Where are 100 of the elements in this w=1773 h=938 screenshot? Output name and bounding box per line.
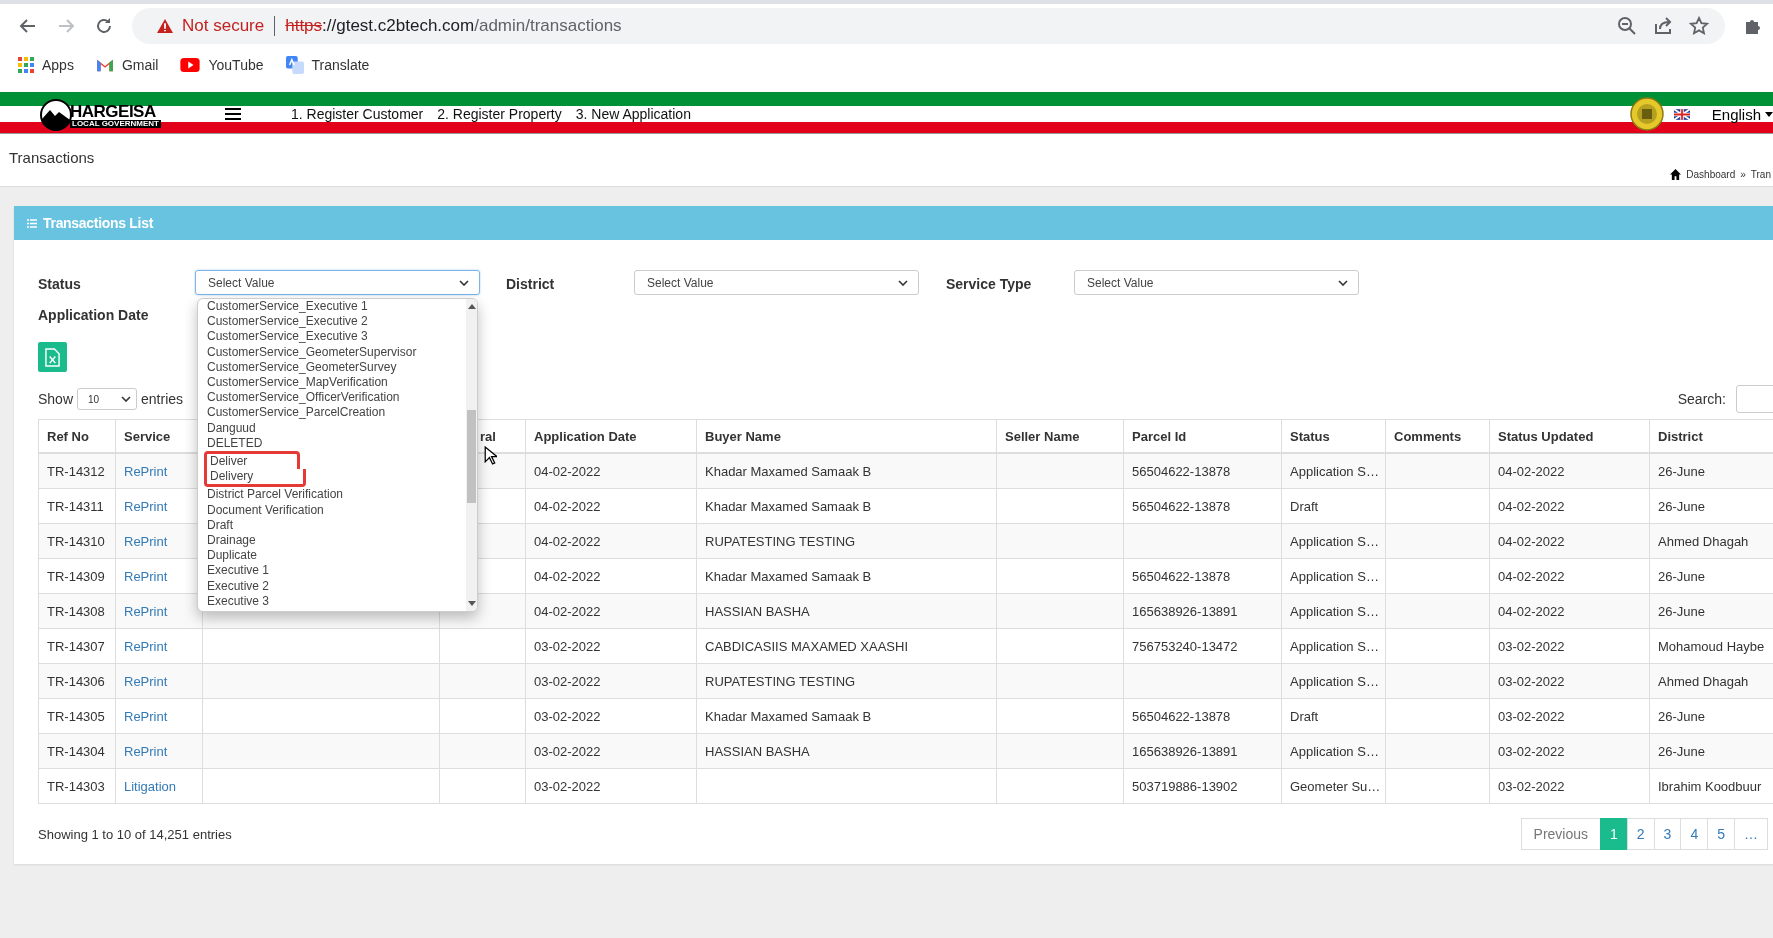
table-cell: 56504622-13878	[1123, 453, 1282, 489]
translate-icon	[285, 56, 304, 74]
table-cell: Ahmed Dhagah	[1649, 523, 1773, 559]
table-cell: TR-14311	[38, 488, 116, 524]
table-cell: 03-02-2022	[1489, 733, 1650, 769]
table-cell: 04-02-2022	[1489, 593, 1650, 629]
table-cell: Khadar Maxamed Samaak B	[696, 488, 997, 524]
dropdown-option[interactable]: CustomerService_GeometerSurvey	[204, 359, 447, 375]
bookmark-item[interactable]: Apps	[18, 57, 74, 73]
search-field[interactable]	[1736, 385, 1773, 413]
search-label: Search:	[1677, 391, 1726, 407]
dropdown-option[interactable]: CustomerService_Executive 1	[204, 299, 418, 315]
table-cell: HASSIAN BASHA	[696, 733, 997, 769]
table-cell: 03-02-2022	[1489, 698, 1650, 734]
page-button[interactable]: 3	[1653, 818, 1682, 850]
dropdown-option[interactable]: District Parcel Verification	[204, 487, 394, 503]
dropdown-option[interactable]: CustomerService_MapVerification	[204, 375, 438, 391]
table-cell: 03-02-2022	[525, 698, 697, 734]
nav-link[interactable]: 1. Register Customer	[290, 106, 424, 122]
page-button[interactable]: 4	[1680, 818, 1709, 850]
page-size-select[interactable]: 10	[77, 388, 138, 410]
table-cell: TR-14307	[38, 628, 116, 664]
page-button[interactable]: 5	[1707, 818, 1735, 850]
table-cell: Application S…	[1281, 523, 1386, 559]
bookmark-item[interactable]: YouTube	[180, 57, 264, 73]
breadcrumb-text: »	[1740, 169, 1746, 180]
chevron-icon	[459, 279, 469, 286]
nav-link[interactable]: 3. New Application	[575, 106, 691, 122]
filter-label: Application Date	[38, 307, 149, 323]
url-text: https://gtest.c2btech.com/admin/transactions	[285, 16, 622, 36]
menu-icon[interactable]	[224, 108, 241, 120]
dropdown-option[interactable]: Executive 2	[204, 578, 320, 594]
card-title: Transactions List	[43, 215, 154, 231]
scroll-down-icon[interactable]	[467, 601, 476, 607]
select-field[interactable]: Select Value	[1074, 270, 1359, 295]
table-cell: 756753240-13472	[1123, 628, 1282, 664]
table-cell: TR-14312	[38, 453, 116, 489]
show-label: Show	[38, 391, 74, 407]
dropdown-option[interactable]: Draft	[204, 517, 283, 534]
table-cell: 04-02-2022	[525, 593, 697, 629]
scrollbar[interactable]	[466, 299, 477, 612]
dropdown-option[interactable]: Executive 1	[204, 563, 320, 579]
table-cell: 26-June	[1649, 593, 1773, 629]
select-field[interactable]: Select Value	[634, 270, 919, 295]
dropdown-option[interactable]: CustomerService_Executive 3	[204, 329, 418, 345]
share-icon[interactable]	[1653, 16, 1673, 36]
dropdown-option[interactable]: Delivery	[204, 469, 307, 488]
table-cell: Khadar Maxamed Samaak B	[696, 698, 997, 734]
dropdown-option[interactable]: Document Verification	[204, 502, 374, 518]
table-cell: TR-14308	[38, 593, 116, 629]
scroll-up-icon[interactable]	[467, 304, 476, 309]
table-cell: HASSIAN BASHA	[696, 593, 997, 629]
grid-icon	[18, 57, 34, 73]
dropdown-option[interactable]: DELETED	[204, 435, 313, 452]
select-field[interactable]: Select Value	[195, 270, 480, 295]
star-icon[interactable]	[1689, 16, 1709, 36]
page-title: Transactions	[9, 148, 95, 166]
filter-label: District	[506, 275, 556, 292]
table-cell: RUPATESTING TESTING	[696, 663, 997, 699]
address-bar[interactable]: Not secure https://gtest.c2btech.com/admin/transactions	[132, 8, 1725, 44]
logo-title: HARGEISA	[70, 102, 157, 120]
scrollbar-thumb[interactable]	[467, 409, 476, 504]
table-cell: TR-14303	[38, 768, 116, 804]
table-cell: TR-14304	[38, 733, 116, 769]
table-cell: 03-02-2022	[525, 733, 697, 769]
bookmark-item[interactable]: Gmail	[95, 57, 159, 73]
security-label: Not secure	[182, 16, 265, 36]
table-cell: 165638926-13891	[1123, 733, 1282, 769]
table-cell: 04-02-2022	[1489, 488, 1650, 524]
page-button[interactable]: …	[1734, 818, 1768, 850]
dropdown-option[interactable]: Duplicate	[204, 548, 308, 564]
dropdown-option[interactable]: CustomerService_OfficerVerification	[204, 390, 450, 406]
table-cell: 165638926-13891	[1123, 593, 1282, 629]
zoom-out-icon[interactable]	[1617, 16, 1637, 36]
page-button[interactable]: 2	[1626, 818, 1655, 850]
table-cell: 26-June	[1649, 733, 1773, 769]
nav-link[interactable]: 2. Register Property	[437, 106, 562, 122]
table-cell: Application S…	[1281, 663, 1386, 699]
table-cell: 04-02-2022	[1489, 558, 1650, 594]
dropdown-option[interactable]: Drainage	[204, 533, 306, 549]
table-cell: Geometer Su…	[1281, 768, 1386, 804]
table-cell: 03-02-2022	[1489, 663, 1650, 699]
reload-icon[interactable]	[94, 16, 114, 36]
table-cell: 503719886-13902	[1123, 768, 1282, 804]
table-cell: 03-02-2022	[525, 768, 697, 804]
spreadsheet-icon	[45, 347, 60, 367]
dropdown-option[interactable]: Deliver	[204, 451, 301, 470]
dropdown-option[interactable]: CustomerService_GeometerSupervisor	[204, 344, 467, 360]
play-icon	[180, 58, 201, 72]
dropdown-option[interactable]: CustomerService_Executive 2	[204, 314, 418, 330]
dropdown-option[interactable]: Danguud	[204, 420, 306, 436]
dropdown-option[interactable]: CustomerService_ParcelCreation	[204, 405, 436, 421]
table-cell: 04-02-2022	[525, 488, 697, 524]
language-selector[interactable]: English	[1711, 105, 1773, 123]
table-cell: Application S…	[1281, 593, 1386, 629]
table-cell: Draft	[1281, 698, 1386, 734]
bookmark-item[interactable]: Translate	[285, 56, 370, 74]
table-cell: 04-02-2022	[525, 523, 697, 559]
breadcrumb-link[interactable]: Dashboard	[1686, 169, 1736, 180]
table-cell: 03-02-2022	[525, 663, 697, 699]
